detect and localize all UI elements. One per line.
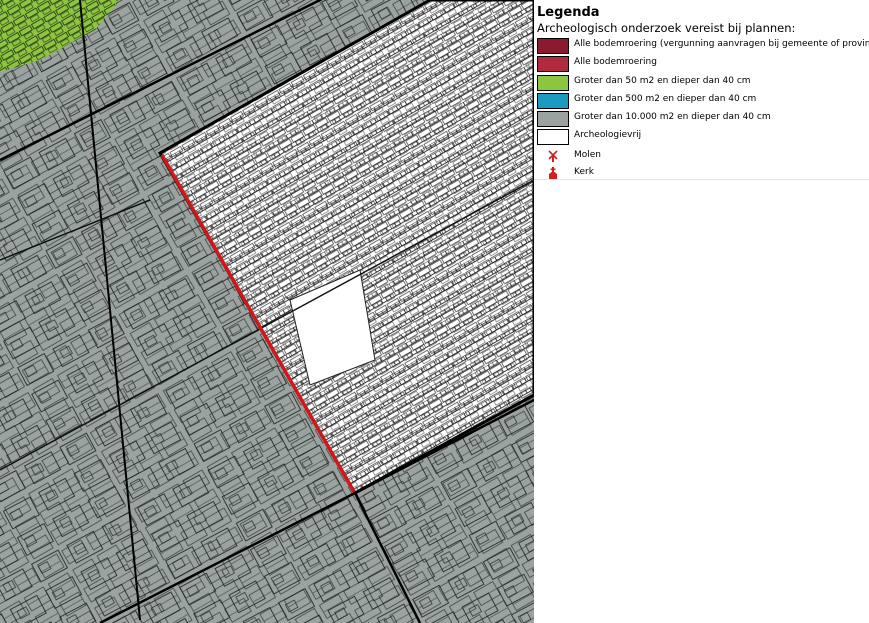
legend-item: Groter dan 500 m2 en dieper dan 40 cm bbox=[537, 93, 867, 109]
swatch-red bbox=[537, 56, 569, 72]
legend-title: Legenda bbox=[537, 5, 600, 20]
swatch-white bbox=[537, 129, 569, 145]
legend-item: Archeologievrij bbox=[537, 129, 867, 145]
swatch-dark-red bbox=[537, 38, 569, 54]
legend-divider bbox=[534, 179, 869, 180]
legend-item-label: Archeologievrij bbox=[574, 130, 642, 140]
legend-item-label: Kerk bbox=[574, 167, 594, 177]
map-canvas[interactable] bbox=[0, 0, 534, 623]
legend-item: Groter dan 10.000 m2 en dieper dan 40 cm bbox=[537, 111, 867, 127]
map-svg[interactable] bbox=[0, 0, 534, 623]
legend-item-label: Groter dan 50 m2 en dieper dan 40 cm bbox=[574, 76, 751, 86]
legend-item-label: Alle bodemroering bbox=[574, 57, 657, 67]
legend-item: Alle bodemroering (vergunning aanvragen … bbox=[537, 38, 869, 54]
swatch-grey bbox=[537, 111, 569, 127]
legend-item: Molen bbox=[537, 149, 867, 165]
legend-item: Groter dan 50 m2 en dieper dan 40 cm bbox=[537, 75, 867, 91]
church-icon bbox=[546, 166, 560, 180]
legend-panel: Legenda Archeologisch onderzoek vereist … bbox=[534, 0, 869, 623]
legend-item: Alle bodemroering bbox=[537, 56, 867, 72]
windmill-icon bbox=[546, 149, 560, 163]
swatch-green bbox=[537, 75, 569, 91]
legend-subtitle: Archeologisch onderzoek vereist bij plan… bbox=[537, 21, 796, 35]
legend-item-label: Groter dan 10.000 m2 en dieper dan 40 cm bbox=[574, 112, 771, 122]
legend-item-label: Alle bodemroering (vergunning aanvragen … bbox=[574, 39, 869, 49]
legend-item-label: Molen bbox=[574, 150, 602, 160]
legend-item-label: Groter dan 500 m2 en dieper dan 40 cm bbox=[574, 94, 757, 104]
swatch-blue bbox=[537, 93, 569, 109]
